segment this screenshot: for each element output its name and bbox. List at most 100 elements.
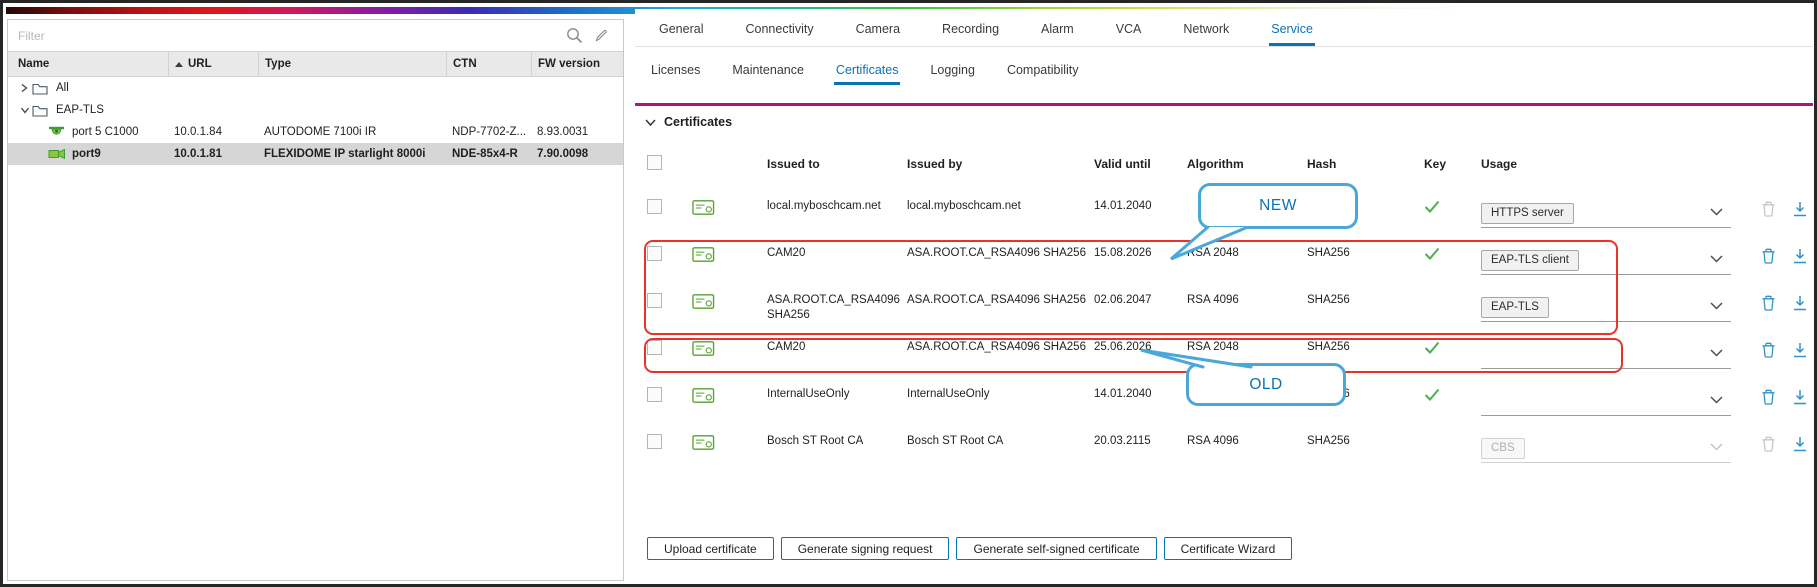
row-checkbox[interactable]	[647, 199, 662, 214]
hash: SHA256	[1307, 246, 1424, 261]
chevron-down-icon[interactable]	[1710, 396, 1723, 404]
delete-certificate-button	[1761, 201, 1776, 217]
tab-vca[interactable]: VCA	[1114, 11, 1144, 46]
chevron-down-icon[interactable]	[1710, 255, 1723, 263]
tab-camera[interactable]: Camera	[854, 11, 902, 46]
chevron-down-icon	[1710, 443, 1723, 451]
tab-network[interactable]: Network	[1181, 11, 1231, 46]
subtab-maintenance[interactable]: Maintenance	[730, 55, 806, 85]
row-checkbox[interactable]	[647, 387, 662, 402]
usage-dropdown[interactable]	[1481, 340, 1731, 369]
delete-certificate-button[interactable]	[1761, 248, 1776, 264]
tree-row-all[interactable]: All	[8, 77, 623, 99]
filter-input[interactable]	[8, 29, 566, 43]
chevron-down-icon[interactable]	[1710, 302, 1723, 310]
certificate-icon	[692, 395, 715, 407]
tree-row-port-5-c1000[interactable]: port 5 C1000 10.0.1.84 AUTODOME 7100i IR…	[8, 121, 623, 143]
certificates-section-header[interactable]: Certificates	[645, 115, 732, 129]
download-certificate-button[interactable]	[1793, 436, 1807, 452]
hash: SHA256	[1307, 340, 1424, 355]
usage-tag: EAP-TLS client	[1481, 250, 1579, 271]
issued-to: CAM20	[767, 246, 907, 261]
column-name[interactable]: Name	[18, 52, 168, 76]
valid-until: 14.01.2040	[1094, 387, 1187, 402]
column-hash: Hash	[1307, 157, 1424, 172]
subtab-licenses[interactable]: Licenses	[649, 55, 702, 85]
usage-dropdown[interactable]: EAP-TLS client	[1481, 246, 1731, 275]
key-check-icon	[1424, 204, 1440, 216]
tab-recording[interactable]: Recording	[940, 11, 1001, 46]
search-icon[interactable]	[566, 27, 583, 44]
certificate-icon	[692, 348, 715, 360]
tree-expander-icon[interactable]	[20, 106, 32, 114]
column-ctn[interactable]: CTN	[446, 52, 531, 76]
row-checkbox[interactable]	[647, 340, 662, 355]
chevron-down-icon[interactable]	[1710, 208, 1723, 216]
generate-self-signed-certificate-button[interactable]: Generate self-signed certificate	[956, 537, 1156, 560]
delete-certificate-button[interactable]	[1761, 389, 1776, 405]
tree-expander-icon[interactable]	[20, 83, 32, 93]
usage-dropdown[interactable]: EAP-TLS	[1481, 293, 1731, 322]
certificate-icon	[692, 254, 715, 266]
download-certificate-button[interactable]	[1793, 342, 1807, 358]
certificate-row: Bosch ST Root CA Bosch ST Root CA 20.03.…	[635, 426, 1813, 473]
certificate-wizard-button[interactable]: Certificate Wizard	[1164, 537, 1293, 560]
column-type[interactable]: Type	[258, 52, 446, 76]
row-checkbox[interactable]	[647, 293, 662, 308]
tree-item-icon	[48, 126, 71, 138]
column-fw-version[interactable]: FW version	[531, 52, 623, 76]
algorithm: RSA 4096	[1187, 434, 1307, 449]
column-url[interactable]: URL	[168, 52, 258, 76]
delete-certificate-button[interactable]	[1761, 295, 1776, 311]
issued-by: InternalUseOnly	[907, 387, 1094, 402]
tab-alarm[interactable]: Alarm	[1039, 11, 1076, 46]
section-title: Certificates	[664, 115, 732, 129]
hash: SHA256	[1307, 293, 1424, 308]
column-usage: Usage	[1481, 157, 1731, 172]
download-certificate-button[interactable]	[1793, 201, 1807, 217]
issued-to: InternalUseOnly	[767, 387, 907, 402]
certificate-row: CAM20 ASA.ROOT.CA_RSA4096 SHA256 15.08.2…	[635, 238, 1813, 285]
key-check-icon	[1424, 345, 1440, 357]
tree-item-type: AUTODOME 7100i IR	[258, 126, 446, 138]
subtab-certificates[interactable]: Certificates	[834, 55, 901, 85]
tree-item-icon	[32, 104, 55, 117]
generate-signing-request-button[interactable]: Generate signing request	[781, 537, 950, 560]
pencil-icon[interactable]	[594, 28, 609, 43]
tree-item-icon	[32, 82, 55, 95]
tree-item-icon	[48, 148, 71, 160]
upload-certificate-button[interactable]: Upload certificate	[647, 537, 774, 560]
issued-to: CAM20	[767, 340, 907, 355]
download-certificate-button[interactable]	[1793, 248, 1807, 264]
row-checkbox[interactable]	[647, 434, 662, 449]
subtab-logging[interactable]: Logging	[928, 55, 977, 85]
delete-certificate-button[interactable]	[1761, 342, 1776, 358]
valid-until: 15.08.2026	[1094, 246, 1187, 261]
usage-dropdown[interactable]	[1481, 387, 1731, 416]
row-checkbox[interactable]	[647, 246, 662, 261]
collapse-icon	[645, 119, 656, 126]
tree-item-url: 10.0.1.84	[168, 126, 258, 138]
tab-service[interactable]: Service	[1269, 11, 1315, 46]
select-all-checkbox[interactable]	[647, 155, 662, 170]
column-issued-to: Issued to	[767, 157, 907, 172]
tree-row-port9[interactable]: port9 10.0.1.81 FLEXIDOME IP starlight 8…	[8, 143, 623, 165]
usage-dropdown[interactable]: CBS	[1481, 434, 1731, 463]
tab-general[interactable]: General	[657, 11, 705, 46]
subtab-compatibility[interactable]: Compatibility	[1005, 55, 1081, 85]
issued-by: local.myboschcam.net	[907, 199, 1094, 214]
download-certificate-button[interactable]	[1793, 295, 1807, 311]
app-window: BOSCH Name URL Type CTN FW version	[0, 0, 1817, 587]
tree-row-eap-tls[interactable]: EAP-TLS	[8, 99, 623, 121]
key-check-icon	[1424, 392, 1440, 404]
valid-until: 20.03.2115	[1094, 434, 1187, 449]
usage-dropdown[interactable]: HTTPS server	[1481, 199, 1731, 228]
tree-item-label: port 5 C1000	[72, 126, 139, 138]
certificate-icon	[692, 301, 715, 313]
tab-connectivity[interactable]: Connectivity	[743, 11, 815, 46]
download-certificate-button[interactable]	[1793, 389, 1807, 405]
issued-to: local.myboschcam.net	[767, 199, 907, 214]
usage-tag: CBS	[1481, 438, 1525, 459]
chevron-down-icon[interactable]	[1710, 349, 1723, 357]
annotation-callout-old: OLD	[1186, 363, 1346, 406]
